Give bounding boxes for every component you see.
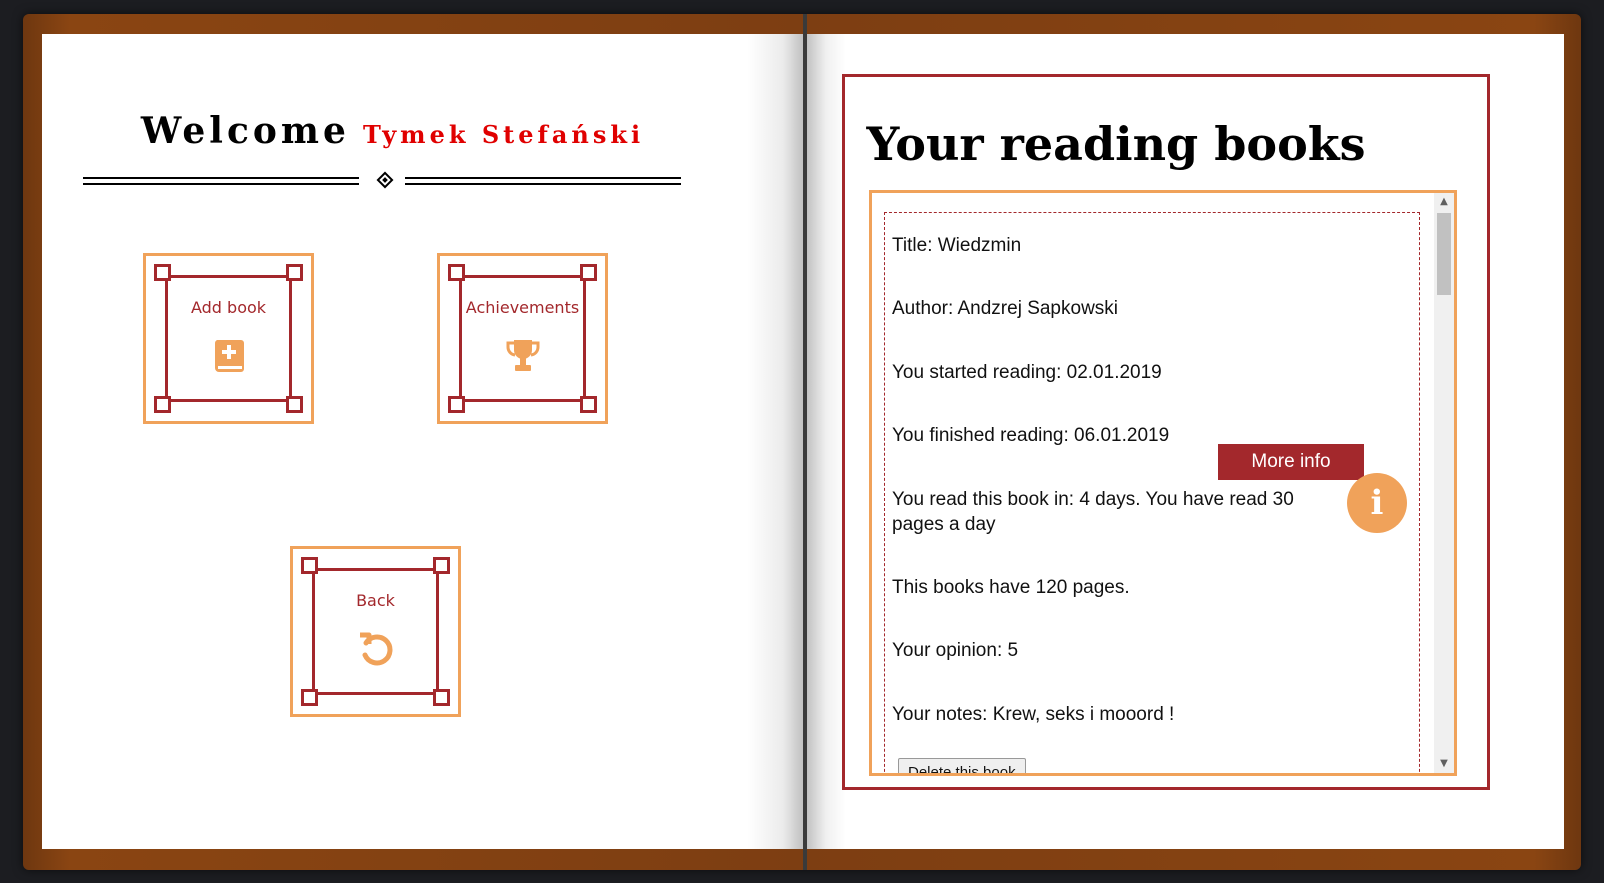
divider-line-left: [83, 177, 359, 185]
book-title: Title: Wiedzmin: [892, 235, 1022, 256]
book-entry: Title: Wiedzmin Author: Andzrej Sapkowsk…: [884, 212, 1420, 773]
tile-corner: [286, 264, 303, 281]
book-duration: You read this book in: 4 days. You have …: [892, 489, 1294, 535]
left-page: [42, 34, 807, 849]
page-title: Your reading books: [866, 117, 1366, 171]
book-author: Author: Andzrej Sapkowski: [892, 298, 1119, 319]
tile-corner: [301, 557, 318, 574]
tile-corner: [448, 396, 465, 413]
tile-corner: [301, 689, 318, 706]
divider-line-right: [405, 177, 681, 185]
user-name: Tymek Stefański: [363, 120, 645, 149]
info-icon: i: [1370, 483, 1384, 523]
info-button[interactable]: i: [1347, 473, 1407, 533]
tile-corner: [154, 264, 171, 281]
achievements-button[interactable]: Achievements: [437, 253, 608, 424]
tile-corner: [433, 689, 450, 706]
book-started-date: You started reading: 02.01.2019: [892, 362, 1162, 383]
achievements-label: Achievements: [465, 298, 580, 317]
tile-corner: [448, 264, 465, 281]
tile-corner: [433, 557, 450, 574]
tile-corner: [580, 396, 597, 413]
scroll-down-arrow-icon[interactable]: ▼: [1434, 755, 1454, 773]
tile-corner: [580, 264, 597, 281]
undo-icon: [359, 632, 392, 666]
book-pages: This books have 120 pages.: [892, 577, 1130, 598]
delete-book-button[interactable]: Delete this book: [898, 758, 1026, 773]
add-book-label: Add book: [190, 298, 267, 317]
books-list[interactable]: Title: Wiedzmin Author: Andzrej Sapkowsk…: [869, 190, 1457, 776]
back-label: Back: [356, 591, 395, 610]
tile-corner: [154, 396, 171, 413]
welcome-word: Welcome: [140, 110, 350, 152]
add-book-button[interactable]: Add book: [143, 253, 314, 424]
book-plus-icon: [214, 340, 244, 372]
scrollbar[interactable]: ▲ ▼: [1434, 193, 1454, 773]
book-opinion: Your opinion: 5: [892, 640, 1019, 661]
scroll-up-arrow-icon[interactable]: ▲: [1434, 193, 1454, 211]
welcome-heading: Welcome Tymek Stefański: [0, 110, 785, 152]
scroll-thumb[interactable]: [1437, 213, 1451, 295]
book-notes: Your notes: Krew, seks i mooord !: [892, 704, 1175, 725]
tile-corner: [286, 396, 303, 413]
more-info-button[interactable]: More info: [1218, 444, 1364, 480]
back-button[interactable]: Back: [290, 546, 461, 717]
trophy-icon: [505, 340, 540, 371]
